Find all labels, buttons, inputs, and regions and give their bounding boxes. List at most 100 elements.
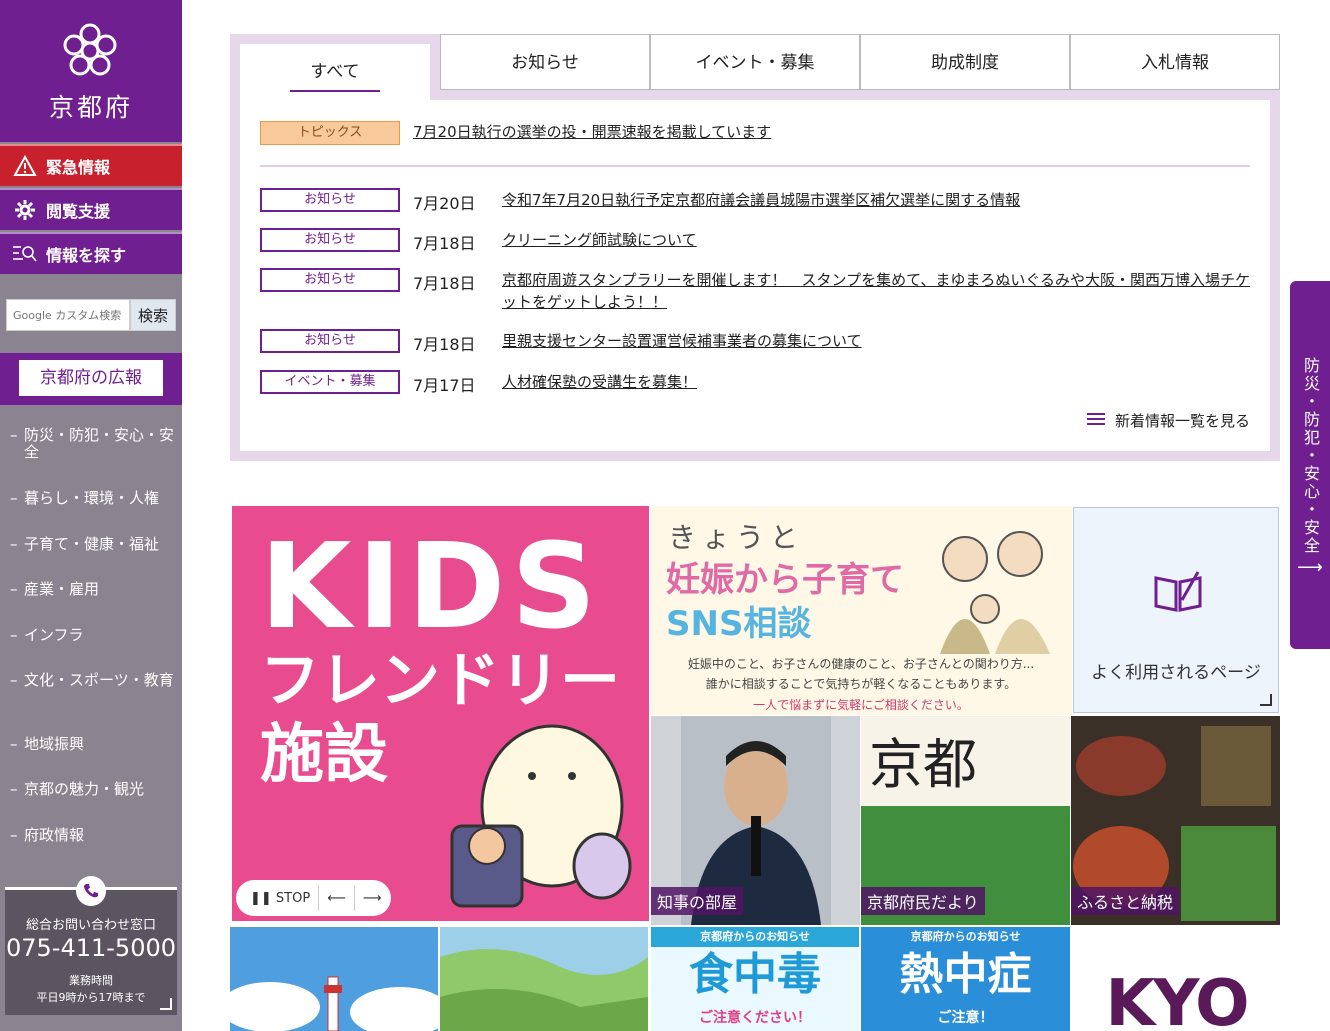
contact-tel: 075-411-5000 <box>5 934 176 962</box>
sns-desc: 妊娠中のこと、お子さんの健康のこと、お子さんとの関わり方... 誰かに相談するこ… <box>650 654 1072 694</box>
news-date: 7月17日 <box>413 376 476 395</box>
emergency-label: 緊急情報 <box>46 158 111 177</box>
pause-icon[interactable]: ❚❚ <box>250 891 276 906</box>
kids-subtitle: フレンドリー <box>260 646 620 716</box>
nav-item-culture[interactable]: 文化・スポーツ・教育 <box>10 672 175 690</box>
family-illustration <box>940 531 1050 654</box>
frequently-used-pages[interactable]: よく利用されるページ <box>1073 507 1279 713</box>
dayori-caption: 京都府民だより <box>861 887 985 915</box>
news-badge: お知らせ <box>260 329 400 353</box>
emergency-button[interactable]: 緊急情報 <box>0 144 182 186</box>
kids-friendly-banner[interactable]: KIDS フレンドリー 施設 ❚❚ STOP ⟵ ⟶ <box>232 506 649 921</box>
mascot-illustration <box>450 724 632 908</box>
koho-button[interactable]: 京都府の広報 <box>19 360 163 396</box>
news-link[interactable]: 人材確保塾の受講生を募集！ <box>502 371 1252 393</box>
more-news-link[interactable]: 新着情報一覧を見る <box>1086 410 1250 431</box>
news-link[interactable]: クリーニング師試験について <box>502 229 1252 251</box>
tango-map-banner[interactable] <box>440 927 648 1031</box>
tab-event[interactable]: イベント・募集 <box>650 34 860 90</box>
koho-section: 京都府の広報 <box>0 353 182 405</box>
news-panel: すべて お知らせ イベント・募集 助成制度 入札情報 トピックス 7月20日執行… <box>230 34 1280 461</box>
next-arrow-icon[interactable]: ⟶ <box>363 891 382 906</box>
stop-button[interactable]: STOP <box>276 891 310 906</box>
furusato-caption: ふるさと納税 <box>1071 887 1180 915</box>
food-poisoning-banner[interactable]: 京都府からのお知らせ 食中毒 ご注意ください！ <box>651 927 859 1031</box>
food-title: 食中毒 <box>689 949 821 1000</box>
nav-item-safety[interactable]: 防災・防犯・安心・安全 <box>10 427 175 461</box>
food-head: 京都府からのお知らせ <box>651 927 859 947</box>
nav-item-childcare[interactable]: 子育て・健康・福祉 <box>10 536 175 554</box>
sns-line1: きょうと <box>668 521 805 554</box>
news-badge: お知らせ <box>260 268 400 292</box>
news-badge: お知らせ <box>260 228 400 252</box>
tab-all-label: すべて <box>290 54 380 92</box>
tab-notice[interactable]: お知らせ <box>440 34 650 90</box>
sidebar: 京都府 緊急情報 閲覧支援 情報を探す 検索 京都府の広報 防災・防犯・安心・安… <box>0 0 182 1031</box>
accessibility-button[interactable]: 閲覧支援 <box>0 188 182 230</box>
news-badge: イベント・募集 <box>260 370 400 394</box>
tab-subsidy[interactable]: 助成制度 <box>860 34 1070 90</box>
kids-title: KIDS <box>260 517 603 655</box>
contact-box[interactable]: 総合お問い合わせ窓口 075-411-5000 業務時間 平日9時から17時まで <box>5 876 177 1015</box>
topic-link[interactable]: 7月20日執行の選挙の投・開票速報を掲載しています <box>413 121 771 142</box>
menu-icon <box>1086 412 1105 430</box>
sns-line2: 妊娠から子育て <box>666 560 904 600</box>
frequently-used-label: よく利用されるページ <box>1091 663 1261 683</box>
kyoto-dayori-banner[interactable]: 京都 京都府民だより <box>861 716 1070 925</box>
news-link[interactable]: 令和7年7月20日執行予定京都府議会議員城陽市選挙区補欠選挙に関する情報 <box>502 189 1252 211</box>
kyo-logo: KYO <box>1105 967 1249 1031</box>
topic-badge: トピックス <box>260 121 400 145</box>
kyoto-tower-banner[interactable] <box>230 927 438 1031</box>
divider <box>260 165 1250 167</box>
warning-icon <box>12 153 38 179</box>
disaster-side-tab[interactable]: 防災・防犯・安心・安全 ⟶ <box>1290 281 1330 649</box>
kids-subtitle-2: 施設 <box>260 718 388 792</box>
governor-caption: 知事の部屋 <box>651 887 744 915</box>
prev-arrow-icon[interactable]: ⟵ <box>327 891 346 906</box>
side-tab-label: 防災・防犯・安心・安全 <box>1301 357 1320 555</box>
search-input[interactable] <box>6 299 130 331</box>
sns-desc-1: 妊娠中のこと、お子さんの健康のこと、お子さんとの関わり方... <box>687 657 1035 671</box>
news-date: 7月18日 <box>413 234 476 253</box>
search-list-icon <box>12 241 38 267</box>
contact-hours: 平日9時から17時まで <box>36 991 146 1004</box>
find-info-label: 情報を探す <box>46 246 127 265</box>
kyoto-tower-photo <box>230 927 438 1031</box>
site-name: 京都府 <box>48 93 133 122</box>
tab-bidding[interactable]: 入札情報 <box>1070 34 1280 90</box>
find-info-button[interactable]: 情報を探す <box>0 232 182 274</box>
corner-arrow-icon <box>1260 694 1272 706</box>
governor-room-banner[interactable]: 知事の部屋 <box>651 716 860 925</box>
more-news-label: 新着情報一覧を見る <box>1114 412 1250 430</box>
sns-consult-banner[interactable]: きょうと 妊娠から子育て SNS相談 妊娠中のこと、お子さんの健康のこと、お子さ… <box>650 506 1072 715</box>
news-date: 7月18日 <box>413 335 476 354</box>
news-link[interactable]: 里親支援センター設置運営候補事業者の募集について <box>502 330 1252 352</box>
sns-desc-3: 一人で悩まずに気軽にご相談ください。 <box>753 698 969 712</box>
sns-line3: SNS相談 <box>666 604 812 644</box>
contact-title: 総合お問い合わせ窓口 <box>25 918 156 933</box>
kyo-banner[interactable]: KYO <box>1073 927 1280 1031</box>
nav-item-life[interactable]: 暮らし・環境・人権 <box>10 490 175 508</box>
heat-head: 京都府からのお知らせ <box>910 930 1021 943</box>
news-list: トピックス 7月20日執行の選挙の投・開票速報を掲載しています お知らせ 7月2… <box>240 100 1270 451</box>
site-logo[interactable]: 京都府 <box>0 0 182 142</box>
news-link[interactable]: 京都府周遊スタンプラリーを開催します！ スタンプを集めて、まゆまろぬいぐるみや大… <box>502 269 1252 313</box>
kyoto-crest-icon <box>63 23 117 76</box>
furusato-tax-banner[interactable]: ふるさと納税 <box>1071 716 1280 925</box>
nav-item-government[interactable]: 府政情報 <box>10 827 175 845</box>
phone-icon <box>76 876 106 906</box>
right-arrow-icon: ⟶ <box>1297 557 1323 578</box>
nav-item-industry[interactable]: 産業・雇用 <box>10 581 175 599</box>
corner-arrow-icon <box>160 998 172 1010</box>
heat-title: 熱中症 <box>899 949 1032 1000</box>
nav-item-tourism[interactable]: 京都の魅力・観光 <box>10 781 175 799</box>
search-button[interactable]: 検索 <box>130 299 176 331</box>
tab-all[interactable]: すべて <box>240 44 430 100</box>
accessibility-label: 閲覧支援 <box>46 202 111 221</box>
nav-item-region[interactable]: 地域振興 <box>10 736 175 754</box>
heatstroke-banner[interactable]: 京都府からのお知らせ 熱中症 ご注意！ <box>861 927 1070 1031</box>
contact-hours-label: 業務時間 <box>69 974 113 987</box>
nav-item-infra[interactable]: インフラ <box>10 627 175 645</box>
food-sub: ご注意ください！ <box>699 1010 811 1026</box>
open-book-icon <box>1154 571 1202 612</box>
